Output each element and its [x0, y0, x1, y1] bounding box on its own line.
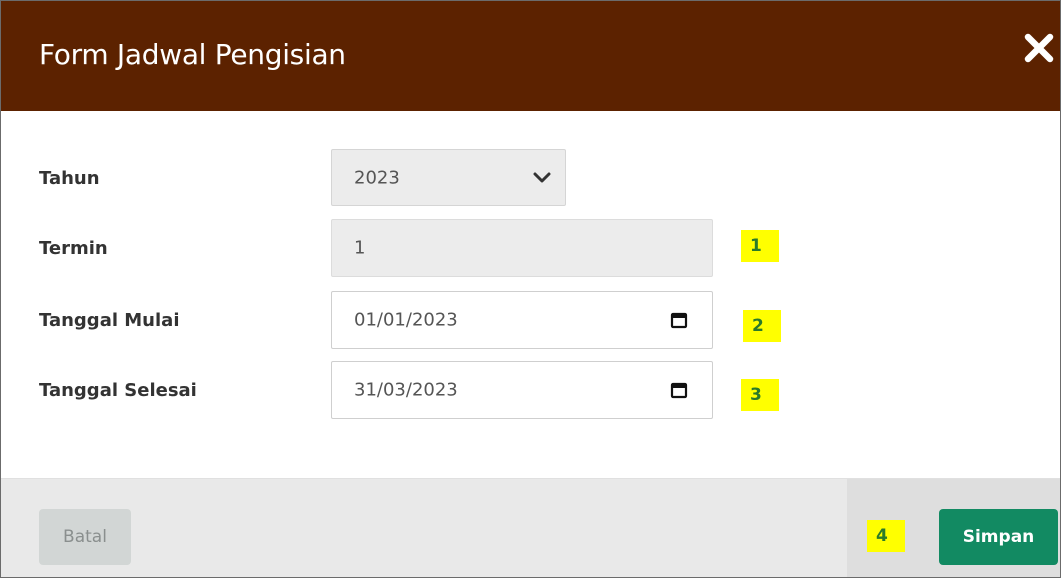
- close-button[interactable]: [1022, 31, 1056, 65]
- cancel-button[interactable]: Batal: [39, 509, 131, 565]
- form-row-termin: Termin 1 1: [1, 219, 1060, 277]
- tanggal-mulai-label: Tanggal Mulai: [39, 310, 180, 331]
- tanggal-selesai-label: Tanggal Selesai: [39, 380, 197, 401]
- form-jadwal-modal: Form Jadwal Pengisian Tahun 2023 Termin …: [0, 0, 1061, 578]
- annotation-marker-2: 2: [743, 310, 781, 342]
- save-button[interactable]: Simpan: [939, 509, 1058, 565]
- tanggal-selesai-input[interactable]: 31/03/2023: [331, 361, 713, 419]
- tanggal-mulai-input[interactable]: 01/01/2023: [331, 291, 713, 349]
- tahun-label: Tahun: [39, 168, 100, 189]
- tanggal-selesai-value: 31/03/2023: [354, 379, 458, 401]
- close-icon: [1024, 33, 1054, 63]
- form-row-tanggal-mulai: Tanggal Mulai 01/01/2023 2: [1, 291, 1060, 349]
- annotation-marker-1: 1: [741, 230, 779, 262]
- annotation-marker-4: 4: [867, 520, 905, 552]
- modal-footer: Batal 4 Simpan: [1, 478, 1060, 577]
- tanggal-mulai-value: 01/01/2023: [354, 309, 458, 331]
- termin-label: Termin: [39, 238, 108, 259]
- calendar-icon[interactable]: [670, 381, 688, 399]
- tahun-value: 2023: [354, 167, 400, 188]
- modal-header: Form Jadwal Pengisian: [1, 1, 1060, 111]
- termin-input[interactable]: 1: [331, 219, 713, 277]
- modal-title: Form Jadwal Pengisian: [39, 38, 346, 71]
- tahun-select[interactable]: 2023: [331, 149, 566, 206]
- calendar-icon[interactable]: [670, 311, 688, 329]
- termin-value: 1: [354, 237, 366, 259]
- form-row-tanggal-selesai: Tanggal Selesai 31/03/2023 3: [1, 361, 1060, 419]
- chevron-down-icon: [533, 172, 551, 182]
- annotation-marker-3: 3: [741, 379, 779, 411]
- form-row-tahun: Tahun 2023: [1, 149, 1060, 207]
